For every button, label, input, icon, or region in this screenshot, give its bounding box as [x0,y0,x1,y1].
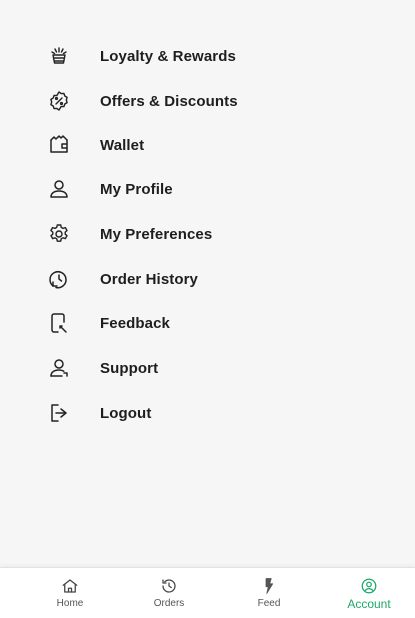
menu-item-loyalty-rewards[interactable]: Loyalty & Rewards [0,34,415,78]
menu-item-label: Loyalty & Rewards [100,47,236,65]
tab-account[interactable]: Account [324,568,414,618]
bottom-tab-bar: Home Orders Feed Account [0,567,415,618]
logout-icon [46,400,72,426]
menu-item-my-preferences[interactable]: My Preferences [0,212,415,256]
menu-item-label: My Profile [100,180,173,198]
menu-item-label: Wallet [100,136,145,154]
menu-item-order-history[interactable]: Order History [0,257,415,301]
menu-item-label: My Preferences [100,225,213,243]
tab-label: Account [347,597,391,611]
menu-item-support[interactable]: Support [0,346,415,390]
tab-home[interactable]: Home [25,568,115,618]
wallet-icon [46,132,72,158]
menu-item-my-profile[interactable]: My Profile [0,167,415,211]
menu-item-label: Feedback [100,314,170,332]
menu-item-offers-discounts[interactable]: Offers & Discounts [0,79,415,123]
menu-item-label: Order History [100,270,198,288]
menu-item-logout[interactable]: Logout [0,391,415,435]
menu-item-label: Logout [100,404,152,422]
order-history-icon [46,266,72,292]
account-icon [359,576,379,596]
gear-icon [46,221,72,247]
tab-label: Orders [153,598,185,609]
discount-icon [46,88,72,114]
feed-icon [259,576,279,596]
menu-item-label: Offers & Discounts [100,92,238,110]
support-icon [46,355,72,381]
feedback-icon [46,310,72,336]
home-icon [60,576,80,596]
loyalty-icon [46,43,72,69]
tab-feed[interactable]: Feed [224,568,314,618]
profile-icon [46,176,72,202]
tab-label: Home [56,598,84,609]
menu-item-wallet[interactable]: Wallet [0,123,415,167]
menu-item-label: Support [100,359,159,377]
menu-item-feedback[interactable]: Feedback [0,301,415,345]
orders-icon [159,576,179,596]
tab-label: Feed [257,598,281,609]
tab-orders[interactable]: Orders [124,568,214,618]
